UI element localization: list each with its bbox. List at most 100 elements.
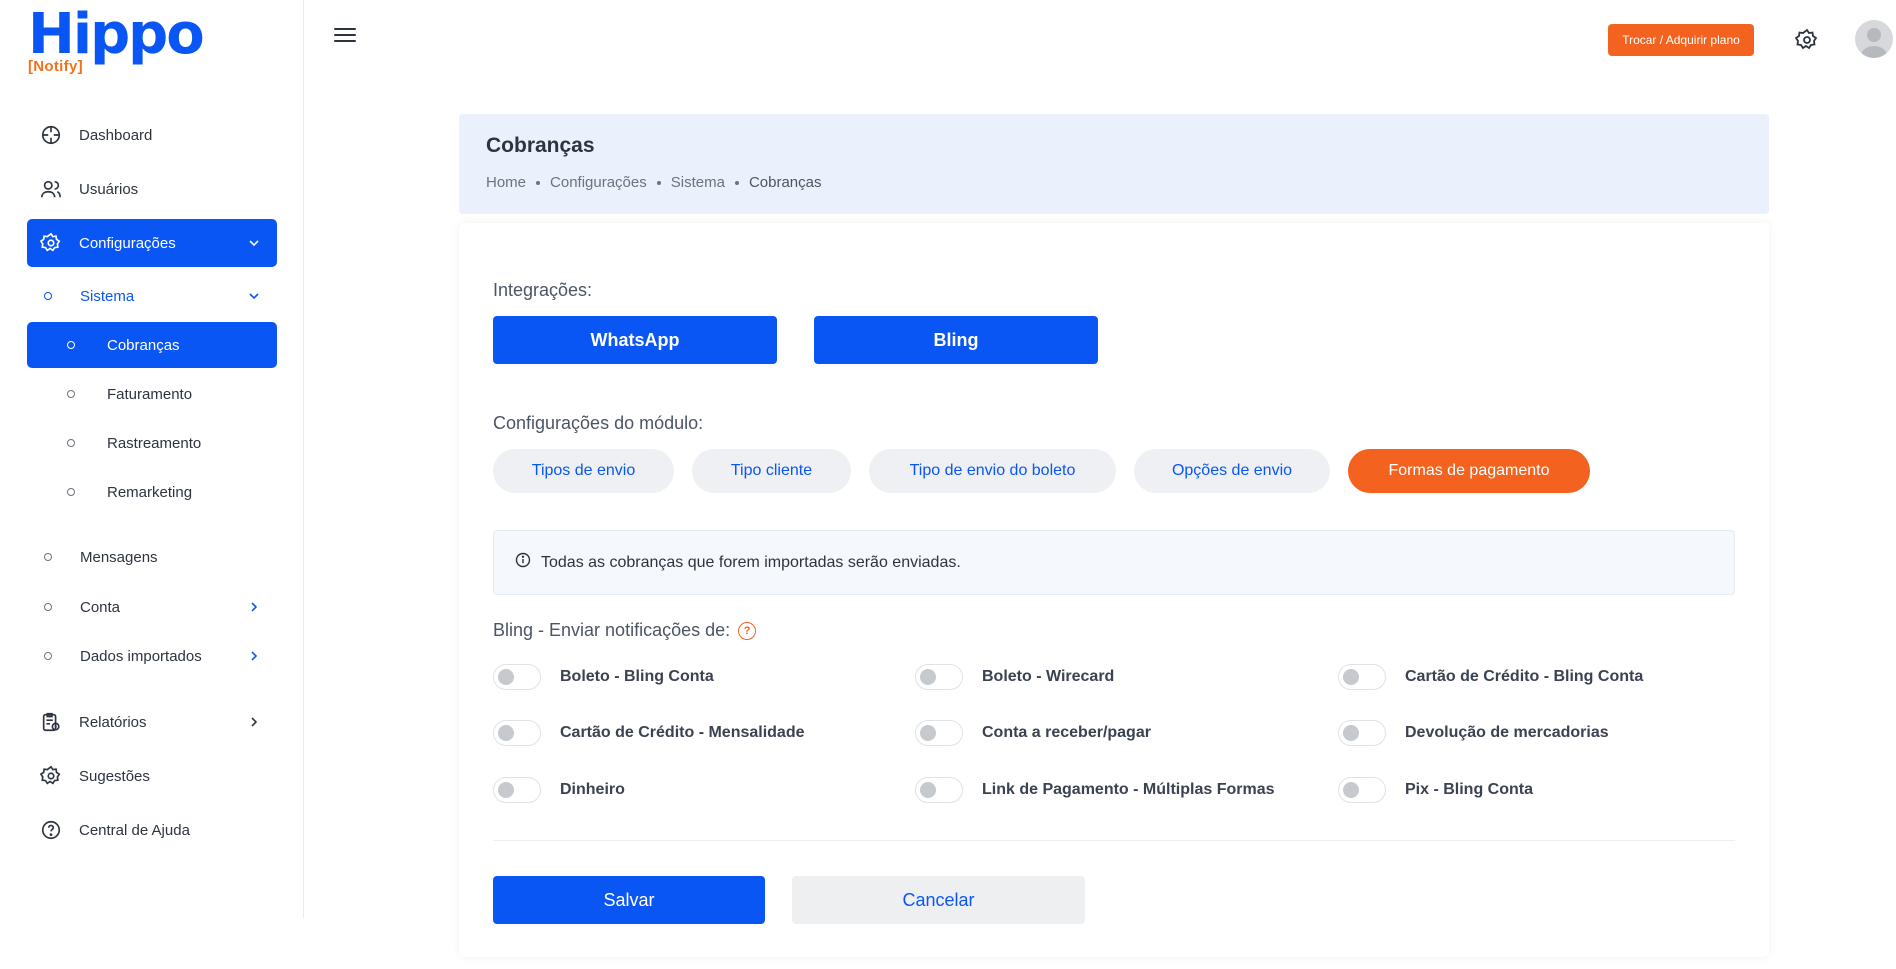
- breadcrumb-separator: [656, 180, 661, 185]
- chevron-right-icon: [247, 600, 261, 614]
- chevron-right-icon: [247, 649, 261, 663]
- toggle-cartao-credito-mensalidade[interactable]: Cartão de Crédito - Mensalidade: [493, 720, 805, 746]
- toggle-label: Conta a receber/pagar: [982, 724, 1151, 741]
- sidebar-item-label: Dados importados: [80, 647, 202, 665]
- sidebar-item-relatorios[interactable]: Relatórios: [27, 698, 277, 746]
- tab-tipos-de-envio[interactable]: Tipos de envio: [493, 449, 674, 493]
- sidebar-item-remarketing[interactable]: Remarketing: [27, 470, 277, 514]
- page-header: Cobranças Home Configurações Sistema Cob…: [459, 114, 1769, 214]
- settings-gear-icon[interactable]: [1794, 28, 1819, 52]
- breadcrumb-separator: [734, 180, 739, 185]
- toggle-switch[interactable]: [915, 720, 963, 746]
- tab-tipo-de-envio-do-boleto[interactable]: Tipo de envio do boleto: [869, 449, 1116, 493]
- info-alert: Todas as cobranças que forem importadas …: [493, 530, 1735, 595]
- bling-notifications-text: Bling - Enviar notificações de:: [493, 620, 731, 640]
- breadcrumb: Home Configurações Sistema Cobranças: [486, 174, 821, 191]
- toggle-switch[interactable]: [915, 664, 963, 690]
- logo[interactable]: Hippo [Notify]: [28, 6, 208, 78]
- sidebar-item-usuarios[interactable]: Usuários: [27, 165, 277, 213]
- sidebar-item-cobrancas[interactable]: Cobranças: [27, 322, 277, 368]
- change-plan-button[interactable]: Trocar / Adquirir plano: [1608, 24, 1754, 56]
- sidebar-item-sugestoes[interactable]: Sugestões: [27, 752, 277, 800]
- sidebar-item-configuracoes[interactable]: Configurações: [27, 219, 277, 267]
- bullet-icon: [44, 652, 52, 660]
- save-button[interactable]: Salvar: [493, 876, 765, 924]
- tab-opcoes-de-envio[interactable]: Opções de envio: [1134, 449, 1330, 493]
- sidebar-item-label: Remarketing: [107, 483, 193, 501]
- toggle-label: Cartão de Crédito - Bling Conta: [1405, 668, 1644, 685]
- toggle-dinheiro[interactable]: Dinheiro: [493, 777, 625, 803]
- gear-icon: [37, 229, 65, 257]
- toggle-switch[interactable]: [1338, 777, 1386, 803]
- divider: [493, 840, 1735, 841]
- sidebar-item-sistema[interactable]: Sistema: [27, 274, 277, 318]
- sidebar-item-central-de-ajuda[interactable]: Central de Ajuda: [27, 806, 277, 854]
- sidebar-item-dashboard[interactable]: Dashboard: [27, 111, 277, 159]
- sidebar-item-rastreamento[interactable]: Rastreamento: [27, 421, 277, 465]
- toggle-switch[interactable]: [1338, 664, 1386, 690]
- sidebar-item-label: Relatórios: [79, 713, 147, 731]
- breadcrumb-separator: [536, 180, 541, 185]
- help-icon: [37, 816, 65, 844]
- bullet-icon: [67, 390, 75, 398]
- sidebar-item-mensagens[interactable]: Mensagens: [27, 535, 277, 579]
- breadcrumb-configuracoes[interactable]: Configurações: [550, 174, 647, 191]
- toggle-switch[interactable]: [1338, 720, 1386, 746]
- users-icon: [37, 175, 65, 203]
- bullet-icon: [67, 341, 75, 349]
- toggle-switch[interactable]: [915, 777, 963, 803]
- bullet-icon: [44, 603, 52, 611]
- toggle-cartao-credito-bling-conta[interactable]: Cartão de Crédito - Bling Conta: [1338, 664, 1643, 690]
- tab-tipo-cliente[interactable]: Tipo cliente: [692, 449, 851, 493]
- toggle-label: Link de Pagamento - Múltiplas Formas: [982, 781, 1275, 798]
- sidebar-item-conta[interactable]: Conta: [27, 585, 277, 629]
- info-icon: [515, 552, 531, 573]
- sidebar-item-label: Mensagens: [80, 548, 158, 566]
- toggle-devolucao-mercadorias[interactable]: Devolução de mercadorias: [1338, 720, 1609, 746]
- help-icon[interactable]: ?: [738, 621, 757, 640]
- bullet-icon: [44, 553, 52, 561]
- report-icon: [37, 708, 65, 736]
- toggle-boleto-bling-conta[interactable]: Boleto - Bling Conta: [493, 664, 714, 690]
- suggestion-gear-icon: [37, 762, 65, 790]
- chevron-down-icon: [247, 236, 261, 250]
- sidebar-item-faturamento[interactable]: Faturamento: [27, 372, 277, 416]
- sidebar-item-label: Conta: [80, 598, 121, 616]
- bling-button[interactable]: Bling: [814, 316, 1098, 364]
- toggle-label: Boleto - Bling Conta: [560, 668, 714, 685]
- toggle-label: Devolução de mercadorias: [1405, 724, 1609, 741]
- toggle-pix-bling-conta[interactable]: Pix - Bling Conta: [1338, 777, 1533, 803]
- sidebar-item-dados-importados[interactable]: Dados importados: [27, 634, 277, 678]
- toggle-label: Cartão de Crédito - Mensalidade: [560, 724, 805, 741]
- sidebar-item-label: Central de Ajuda: [79, 821, 190, 839]
- sidebar-item-label: Usuários: [79, 180, 139, 198]
- bullet-icon: [67, 439, 75, 447]
- breadcrumb-sistema[interactable]: Sistema: [671, 174, 725, 191]
- sidebar-item-label: Faturamento: [107, 385, 193, 403]
- sidebar-item-label: Configurações: [79, 234, 176, 252]
- tab-formas-de-pagamento[interactable]: Formas de pagamento: [1348, 449, 1590, 493]
- toggle-conta-receber-pagar[interactable]: Conta a receber/pagar: [915, 720, 1151, 746]
- breadcrumb-home[interactable]: Home: [486, 174, 526, 191]
- logo-subtext: [Notify]: [28, 58, 83, 75]
- toggle-switch[interactable]: [493, 664, 541, 690]
- bullet-icon: [67, 488, 75, 496]
- toggle-label: Pix - Bling Conta: [1405, 781, 1533, 798]
- sidebar-item-label: Cobranças: [107, 336, 180, 354]
- toggle-boleto-wirecard[interactable]: Boleto - Wirecard: [915, 664, 1114, 690]
- module-config-label: Configurações do módulo:: [493, 413, 704, 433]
- toggle-switch[interactable]: [493, 720, 541, 746]
- toggle-switch[interactable]: [493, 777, 541, 803]
- whatsapp-button[interactable]: WhatsApp: [493, 316, 777, 364]
- bling-notifications-label: Bling - Enviar notificações de: ?: [493, 620, 757, 641]
- chevron-down-icon: [247, 289, 261, 303]
- page-title: Cobranças: [486, 134, 595, 157]
- toggle-label: Boleto - Wirecard: [982, 668, 1115, 685]
- menu-toggle-icon[interactable]: [334, 28, 356, 46]
- integrations-label: Integrações:: [493, 280, 593, 300]
- sidebar-item-label: Rastreamento: [107, 434, 202, 452]
- breadcrumb-current: Cobranças: [748, 174, 822, 191]
- toggle-link-pagamento[interactable]: Link de Pagamento - Múltiplas Formas: [915, 777, 1275, 803]
- cancel-button[interactable]: Cancelar: [792, 876, 1085, 924]
- avatar[interactable]: [1855, 20, 1893, 58]
